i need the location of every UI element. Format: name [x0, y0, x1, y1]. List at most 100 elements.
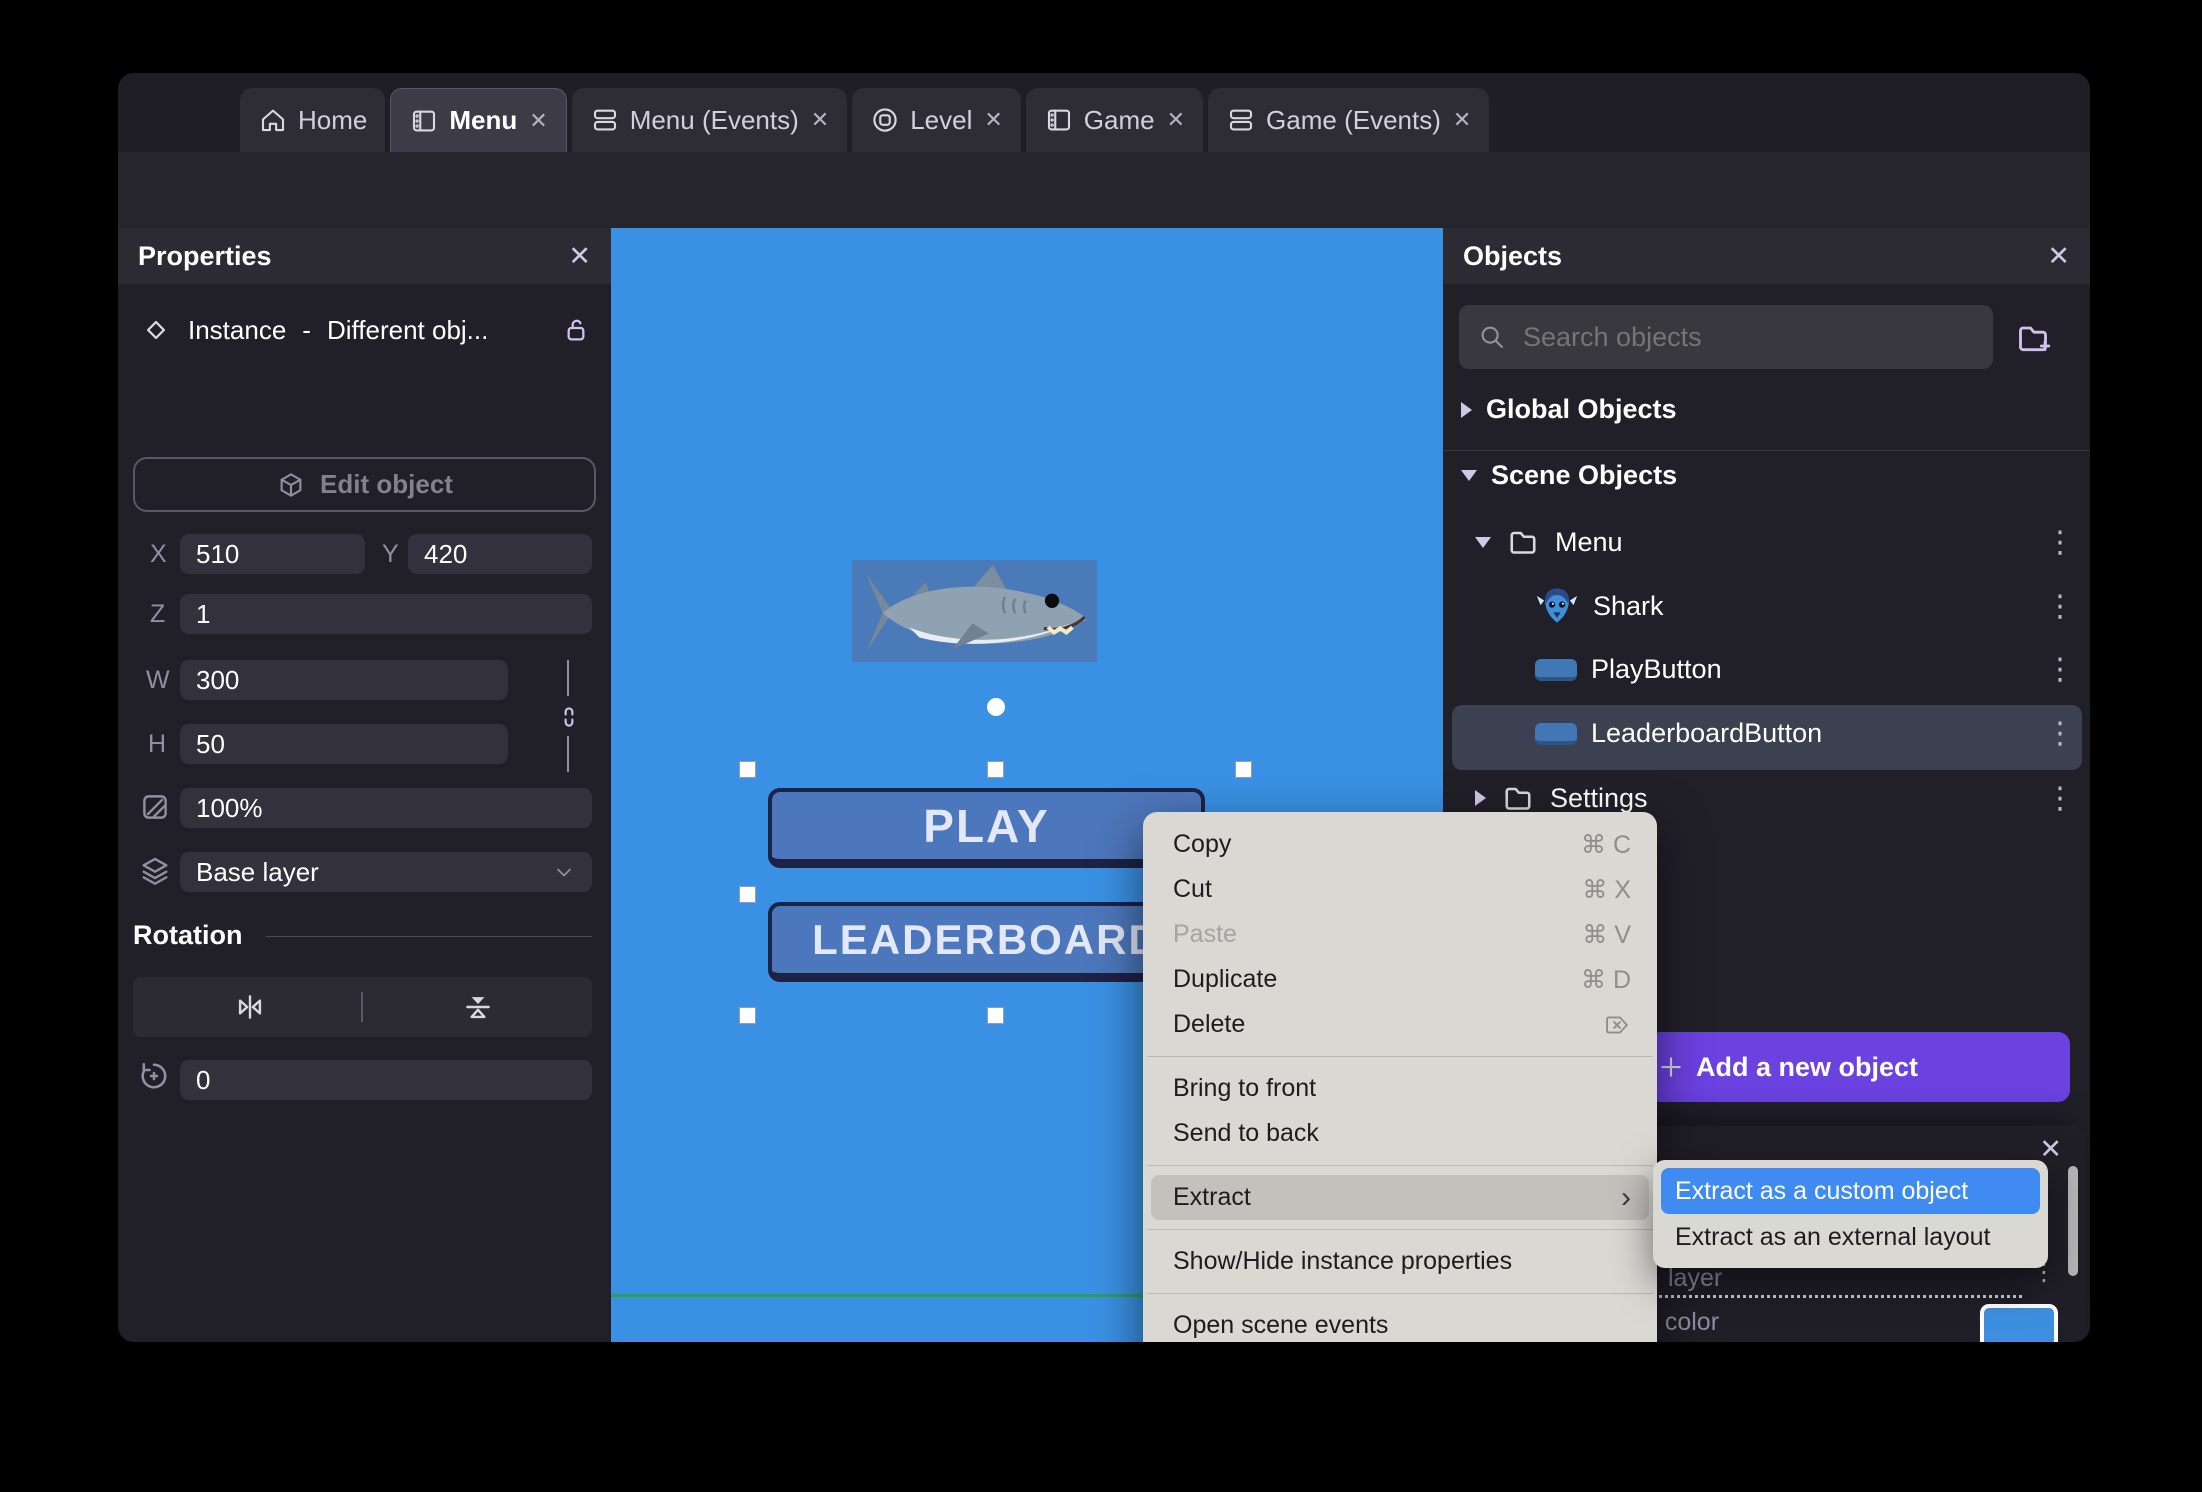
- tab-close-icon[interactable]: ✕: [529, 108, 547, 134]
- z-input[interactable]: [180, 594, 592, 634]
- lock-open-icon[interactable]: [560, 314, 592, 346]
- instance-separator: -: [302, 314, 311, 345]
- leaderboard-button-sprite[interactable]: LEADERBOARD: [768, 902, 1205, 982]
- tree-row-menu-folder[interactable]: Menu ⋮: [1475, 524, 2075, 560]
- close-icon[interactable]: ✕: [2047, 241, 2070, 272]
- tree-row-playbutton[interactable]: PlayButton ⋮: [1535, 652, 2075, 687]
- add-folder-icon[interactable]: [2013, 318, 2053, 358]
- submenu-item-extract-external-layout[interactable]: Extract as an external layout: [1661, 1214, 2040, 1260]
- flip-horizontal-icon[interactable]: [233, 990, 267, 1024]
- tree-row-shark[interactable]: Shark ⋮: [1535, 584, 2075, 628]
- button-object-icon: [1535, 722, 1577, 745]
- height-label: H: [148, 730, 167, 758]
- collapse-triangle-icon: [1461, 401, 1472, 418]
- scene-objects-label: Scene Objects: [1491, 460, 1678, 490]
- menu-item-show-hide-instance-properties[interactable]: Show/Hide instance properties: [1143, 1239, 1657, 1284]
- tab-close-icon[interactable]: ✕: [1453, 107, 1471, 133]
- context-menu: Copy ⌘ C Cut ⌘ X Paste ⌘ V Duplicate ⌘ D Del…: [1143, 812, 1657, 1342]
- submenu-arrow-icon: ›: [1621, 1180, 1631, 1214]
- tab-menu-events[interactable]: Menu (Events) ✕: [571, 88, 848, 152]
- menu-item-copy[interactable]: Copy ⌘ C: [1143, 822, 1657, 867]
- tree-item-label: Settings: [1550, 782, 1648, 813]
- row-menu-icon[interactable]: ⋮: [2045, 781, 2075, 816]
- scene-objects-header[interactable]: Scene Objects: [1461, 460, 1677, 491]
- width-label: W: [146, 666, 170, 694]
- menu-item-cut[interactable]: Cut ⌘ X: [1143, 867, 1657, 912]
- tab-level[interactable]: Level ✕: [852, 88, 1021, 152]
- x-input[interactable]: [180, 534, 365, 574]
- shark-image: [866, 565, 1087, 652]
- chevron-down-icon: [557, 868, 571, 877]
- tree-item-label: LeaderboardButton: [1591, 718, 1823, 748]
- play-button-sprite[interactable]: PLAY: [768, 788, 1205, 868]
- selection-handle[interactable]: [739, 761, 756, 778]
- menu-item-duplicate[interactable]: Duplicate ⌘ D: [1143, 957, 1657, 1002]
- menu-separator: [1147, 1229, 1653, 1230]
- tab-game-events[interactable]: Game (Events) ✕: [1208, 88, 1490, 152]
- color-swatch[interactable]: [1980, 1304, 2058, 1342]
- submenu-item-extract-custom-object[interactable]: Extract as a custom object: [1661, 1168, 2040, 1214]
- row-menu-icon[interactable]: ⋮: [2045, 716, 2075, 751]
- row-menu-icon[interactable]: ⋮: [2045, 589, 2075, 624]
- tab-game[interactable]: Game ✕: [1025, 88, 1204, 152]
- menu-item-paste: Paste ⌘ V: [1173, 920, 1631, 949]
- plus-icon: [1661, 1057, 1681, 1077]
- menu-item-delete[interactable]: Delete: [1143, 1002, 1657, 1047]
- search-box[interactable]: [1459, 305, 1993, 369]
- layer-select[interactable]: Base layer: [180, 852, 592, 892]
- selection-handle[interactable]: [987, 1007, 1004, 1024]
- y-input[interactable]: [408, 534, 592, 574]
- edit-object-button[interactable]: Edit object: [133, 457, 596, 512]
- menu-item-send-to-back[interactable]: Send to back: [1143, 1111, 1657, 1156]
- link-dimensions-icon[interactable]: [554, 702, 584, 732]
- opacity-input[interactable]: [180, 788, 592, 828]
- flip-vertical-icon[interactable]: [461, 990, 495, 1024]
- extract-submenu: Extract as a custom object Extract as an…: [1653, 1160, 2048, 1268]
- selection-handle[interactable]: [1235, 761, 1252, 778]
- rotation-icon: [141, 1063, 167, 1089]
- close-icon[interactable]: ✕: [568, 241, 591, 272]
- search-input[interactable]: [1521, 320, 1961, 354]
- tree-item-label: PlayButton: [1591, 654, 1722, 684]
- folder-icon: [1505, 787, 1531, 810]
- menu-separator: [1147, 1056, 1653, 1057]
- scrollbar-thumb[interactable]: [2068, 1166, 2078, 1276]
- menu-item-open-scene-events[interactable]: Open scene events: [1143, 1303, 1657, 1342]
- add-object-button[interactable]: Add a new object: [1648, 1032, 2070, 1102]
- selection-handle[interactable]: [739, 1007, 756, 1024]
- menu-item-bring-to-front[interactable]: Bring to front: [1143, 1066, 1657, 1111]
- tab-home[interactable]: Home: [240, 88, 386, 152]
- global-objects-header[interactable]: Global Objects: [1461, 394, 1677, 425]
- play-button-label: PLAY: [923, 799, 1050, 852]
- leaderboard-button-label: LEADERBOARD: [812, 915, 1161, 963]
- close-icon[interactable]: ✕: [2039, 1134, 2062, 1165]
- y-label: Y: [382, 540, 399, 568]
- properties-panel: Properties ✕ Instance - Different obj...…: [118, 228, 611, 1342]
- events-icon: [593, 109, 616, 131]
- tab-menu[interactable]: Menu ✕: [390, 88, 567, 152]
- tree-row-leaderboardbutton[interactable]: LeaderboardButton ⋮: [1535, 716, 2075, 751]
- tab-label: Menu: [449, 105, 518, 135]
- scene-icon: [413, 110, 436, 131]
- height-input[interactable]: [180, 724, 508, 764]
- selection-handle[interactable]: [987, 761, 1004, 778]
- x-label: X: [150, 540, 167, 568]
- width-input[interactable]: [180, 660, 508, 700]
- rotation-input[interactable]: [180, 1060, 592, 1100]
- tab-close-icon[interactable]: ✕: [984, 107, 1002, 133]
- selection-handle[interactable]: [739, 886, 756, 903]
- rotate-handle[interactable]: [987, 698, 1005, 716]
- edit-object-label: Edit object: [320, 469, 453, 499]
- shark-sprite[interactable]: [852, 560, 1097, 662]
- desktop: Home Menu ✕ Menu (Events) ✕ Level ✕ Game…: [0, 0, 2202, 1492]
- row-menu-icon[interactable]: ⋮: [2045, 652, 2075, 687]
- row-menu-icon[interactable]: ⋮: [2045, 525, 2075, 560]
- expand-triangle-icon: [1475, 536, 1491, 548]
- shark-object-icon: [1536, 588, 1578, 623]
- menu-item-extract[interactable]: Extract ›: [1151, 1175, 1649, 1220]
- rotation-section-title: Rotation: [133, 920, 243, 950]
- tree-row-settings-folder[interactable]: Settings ⋮: [1475, 780, 2075, 816]
- tab-label: Game (Events): [1266, 104, 1441, 135]
- tab-close-icon[interactable]: ✕: [1167, 107, 1185, 133]
- tab-close-icon[interactable]: ✕: [811, 107, 829, 133]
